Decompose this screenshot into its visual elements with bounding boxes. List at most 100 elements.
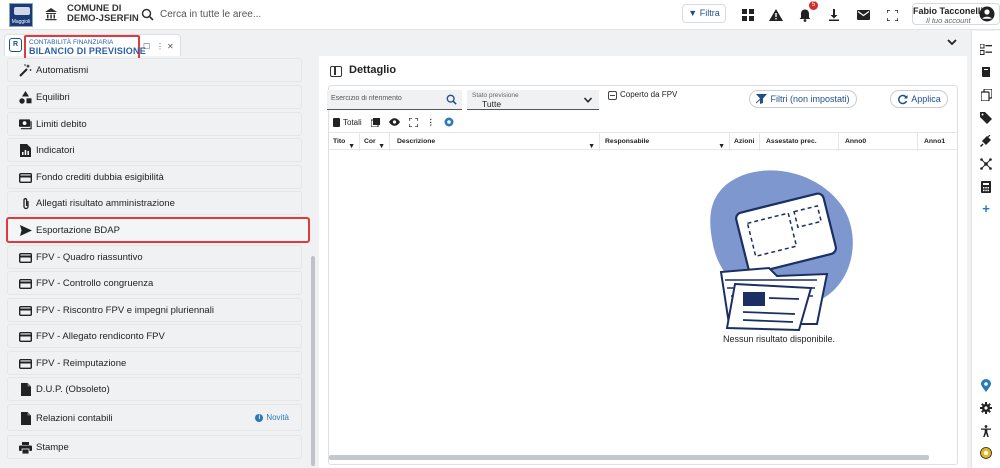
organization-name: COMUNE DI DEMO-JSERFIN [67, 4, 139, 24]
left-menu-scrollbar[interactable] [311, 256, 315, 466]
column-header-label: Descrizione [397, 138, 436, 145]
menu-item-automatismi[interactable]: Automatismi [7, 58, 302, 82]
municipality-icon[interactable] [44, 7, 58, 21]
tab-strip: R CONTABILITÀ FINANZIARIA BILANCIO DI PR… [0, 31, 970, 60]
column-header-label: Responsabile [605, 138, 650, 145]
menu-item-fpv-riscontro[interactable]: FPV - Riscontro FPV e impegni pluriennal… [7, 298, 302, 322]
list-details-icon[interactable] [979, 42, 993, 56]
menu-item-label: FPV - Controllo congruenza [36, 278, 154, 289]
download-icon[interactable] [824, 5, 844, 25]
column-header-tito[interactable]: Tito ▼ [329, 133, 360, 151]
close-tab-icon[interactable]: ✕ [167, 42, 174, 51]
settings-cog-icon[interactable] [444, 117, 454, 127]
left-menu: Automatismi Equilibri Limiti debito Indi… [6, 56, 310, 468]
menu-item-label: Allegati risultato amministrazione [36, 198, 175, 209]
more-vertical-icon[interactable]: ⋮ [427, 118, 435, 127]
book-icon[interactable] [979, 65, 993, 79]
file-icon [19, 412, 32, 425]
grid-horizontal-scrollbar[interactable] [329, 455, 929, 460]
bookmark-icon[interactable]: ☐ [143, 42, 150, 51]
menu-item-label: FPV - Allegato rendiconto FPV [36, 331, 165, 342]
send-icon [19, 224, 32, 237]
menu-item-fpv-quadro[interactable]: FPV - Quadro riassuntivo [7, 245, 302, 269]
menu-item-esportazione-bdap[interactable]: Esportazione BDAP [6, 217, 310, 243]
column-header-label: Assestato prec. [766, 138, 817, 145]
stato-previsione-select[interactable]: Stato previsione Tutte [467, 90, 599, 110]
menu-item-label: Esportazione BDAP [36, 225, 120, 236]
network-icon[interactable] [979, 157, 993, 171]
apply-button[interactable]: Applica [890, 90, 948, 108]
column-header-label: Cor [364, 138, 376, 145]
mail-icon[interactable] [853, 5, 873, 25]
column-filter-icon[interactable]: ▼ [348, 138, 355, 151]
stato-caption: Stato previsione [472, 92, 519, 99]
module-logo-icon: R [9, 38, 22, 52]
apps-grid-icon[interactable] [738, 5, 758, 25]
eye-icon[interactable] [388, 118, 400, 126]
plug-icon[interactable] [979, 134, 993, 148]
warning-icon[interactable] [766, 5, 786, 25]
support-lifebuoy-icon[interactable] [979, 446, 993, 460]
menu-item-stampe[interactable]: Stampe [7, 435, 302, 459]
stato-value: Tutte [482, 99, 502, 109]
user-name: Fabio Tacconelli [913, 6, 983, 16]
add-icon[interactable]: + [979, 201, 993, 216]
column-header-azioni[interactable]: Azioni [730, 133, 760, 151]
expand-icon[interactable] [408, 117, 418, 127]
menu-item-fpv-allegato[interactable]: FPV - Allegato rendiconto FPV [7, 324, 302, 348]
chevron-down-icon[interactable] [945, 35, 959, 49]
search-icon[interactable] [446, 94, 457, 105]
card-icon [19, 304, 32, 317]
accessibility-icon[interactable] [979, 424, 993, 438]
column-header-cor[interactable]: Cor ▼ [360, 133, 390, 151]
right-toolbar: + [971, 31, 1000, 468]
esercizio-field[interactable] [327, 90, 462, 110]
column-filter-icon[interactable]: ▼ [588, 138, 595, 151]
user-account-button[interactable]: Fabio Tacconelli Il tuo account [912, 3, 1000, 25]
gear-icon[interactable] [979, 401, 993, 415]
menu-item-fpv-controllo[interactable]: FPV - Controllo congruenza [7, 271, 302, 295]
global-search-input[interactable] [160, 6, 400, 22]
column-header-assestato[interactable]: Assestato prec. [760, 133, 839, 151]
fpv-checkbox-label: Coperto da FPV [620, 90, 678, 99]
tab-subtitle: CONTABILITÀ FINANZIARIA [29, 39, 114, 46]
filters-button-label: Filtri (non impostati) [770, 94, 850, 104]
menu-item-relazioni-contabili[interactable]: Relazioni contabili i Novità [7, 404, 302, 431]
location-pin-icon[interactable] [979, 378, 993, 392]
tab-bilancio-previsione[interactable]: R CONTABILITÀ FINANZIARIA BILANCIO DI PR… [4, 34, 181, 60]
menu-item-indicatori[interactable]: Indicatori [7, 138, 302, 162]
column-filter-icon[interactable]: ▼ [718, 138, 725, 151]
fullscreen-icon[interactable] [882, 5, 902, 25]
menu-item-limiti-debito[interactable]: Limiti debito [7, 112, 302, 136]
menu-item-fondo-crediti[interactable]: Fondo crediti dubbia esigibilità [7, 165, 302, 189]
menu-item-equilibri[interactable]: Equilibri [7, 85, 302, 109]
menu-item-dup[interactable]: D.U.P. (Obsoleto) [7, 377, 302, 401]
column-header-label: Anno0 [845, 138, 867, 145]
menu-item-allegati-risultato[interactable]: Allegati risultato amministrazione [7, 191, 302, 215]
documents-icon[interactable] [979, 88, 993, 102]
column-header-anno0[interactable]: Anno0 [839, 133, 918, 151]
info-icon: i [255, 413, 264, 422]
filters-button[interactable]: Filtri (non impostati) [749, 90, 857, 108]
grid-toolbar: Totali ⋮ [333, 116, 454, 128]
menu-item-fpv-reimputazione[interactable]: FPV - Reimputazione [7, 351, 302, 375]
column-header-descrizione[interactable]: Descrizione ▼ [390, 133, 600, 151]
column-header-responsabile[interactable]: Responsabile ▼ [600, 133, 730, 151]
copy-icon[interactable] [370, 117, 380, 127]
top-bar: Maggioli COMUNE DI DEMO-JSERFIN ▼ Filtra… [0, 0, 1000, 30]
grid-header: Tito ▼ Cor ▼ Descrizione ▼ Responsabile ▼ Az… [329, 132, 957, 151]
sidebar-toggle-icon[interactable] [330, 66, 342, 77]
totali-toggle[interactable]: Totali [333, 117, 362, 127]
maggioli-logo[interactable]: Maggioli [9, 3, 33, 27]
tags-icon[interactable] [979, 111, 993, 125]
menu-item-label: FPV - Quadro riassuntivo [36, 252, 143, 263]
fpv-checkbox[interactable] [608, 91, 617, 100]
filter-button[interactable]: ▼ Filtra [682, 4, 726, 23]
esercizio-input[interactable] [331, 95, 441, 102]
more-vertical-icon[interactable]: ⋮ [156, 42, 164, 51]
column-filter-icon[interactable]: ▼ [378, 138, 385, 151]
apply-button-label: Applica [911, 94, 941, 104]
user-avatar-icon [979, 6, 995, 22]
calculator-icon[interactable] [979, 180, 993, 194]
column-header-anno1[interactable]: Anno1 [918, 133, 957, 151]
